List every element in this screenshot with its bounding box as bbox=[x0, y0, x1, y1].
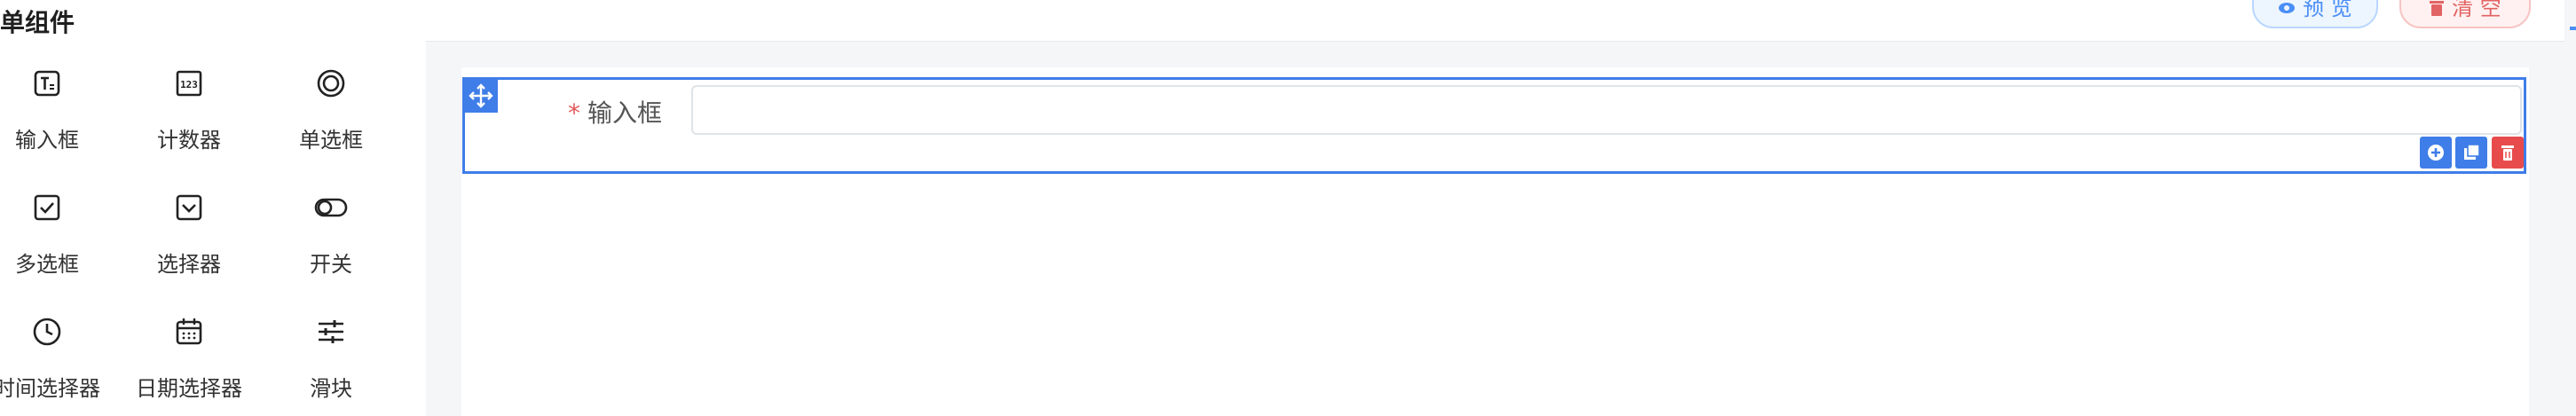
field-label: * 输入框 bbox=[568, 94, 662, 130]
clear-button[interactable]: 清 空 bbox=[2399, 0, 2531, 28]
component-label: 单选框 bbox=[299, 128, 363, 153]
component-label: 选择器 bbox=[157, 252, 221, 277]
copy-icon bbox=[2464, 144, 2480, 160]
select-icon bbox=[176, 194, 202, 221]
component-item-time-picker[interactable]: 时间选择器 bbox=[0, 314, 118, 403]
drag-handle[interactable] bbox=[464, 79, 498, 113]
checkbox-icon bbox=[34, 194, 60, 221]
move-icon bbox=[469, 83, 493, 108]
section-title: 单组件 bbox=[0, 8, 75, 37]
copy-field-button[interactable] bbox=[2455, 137, 2487, 169]
component-label: 滑块 bbox=[310, 376, 352, 401]
component-label: 开关 bbox=[310, 252, 352, 277]
component-panel: 单组件 输入框 123 计数器 单选框 多选框 选择器 开关 时间选择器 日期选… bbox=[0, 0, 426, 416]
eye-icon bbox=[2278, 0, 2296, 28]
component-item-switch[interactable]: 开关 bbox=[260, 190, 402, 279]
component-item-checkbox[interactable]: 多选框 bbox=[0, 190, 118, 279]
component-item-date-picker[interactable]: 日期选择器 bbox=[118, 314, 260, 403]
component-label: 计数器 bbox=[157, 128, 221, 153]
component-label: 时间选择器 bbox=[0, 376, 100, 401]
svg-text:123: 123 bbox=[180, 79, 198, 90]
add-circle-icon bbox=[2428, 145, 2444, 161]
text-input[interactable] bbox=[691, 85, 2522, 135]
edge-indicator bbox=[2570, 27, 2576, 30]
top-toolbar bbox=[426, 0, 2564, 42]
switch-icon bbox=[314, 198, 348, 217]
clear-label: 清 空 bbox=[2452, 0, 2501, 20]
field-label-text: 输入框 bbox=[587, 98, 663, 128]
scroll-edge bbox=[2564, 0, 2576, 416]
date-picker-icon bbox=[176, 318, 202, 345]
component-item-counter[interactable]: 123 计数器 bbox=[118, 66, 260, 154]
counter-icon: 123 bbox=[176, 70, 202, 97]
trash-icon bbox=[2429, 0, 2445, 28]
component-item-input[interactable]: 输入框 bbox=[0, 66, 118, 154]
component-label: 多选框 bbox=[15, 252, 79, 277]
add-field-button[interactable] bbox=[2420, 137, 2452, 169]
component-label: 日期选择器 bbox=[136, 376, 242, 401]
delete-field-button[interactable] bbox=[2492, 137, 2524, 169]
text-input-icon bbox=[34, 70, 60, 97]
slider-icon bbox=[319, 320, 343, 343]
time-picker-icon bbox=[33, 318, 61, 346]
component-label: 输入框 bbox=[15, 128, 79, 153]
component-item-select[interactable]: 选择器 bbox=[118, 190, 260, 279]
component-item-radio[interactable]: 单选框 bbox=[260, 66, 402, 154]
required-mark: * bbox=[568, 98, 580, 128]
component-item-slider[interactable]: 滑块 bbox=[260, 314, 402, 403]
radio-icon bbox=[317, 69, 345, 98]
preview-button[interactable]: 预 览 bbox=[2252, 0, 2378, 28]
trash-icon bbox=[2501, 145, 2514, 161]
preview-label: 预 览 bbox=[2303, 0, 2352, 20]
